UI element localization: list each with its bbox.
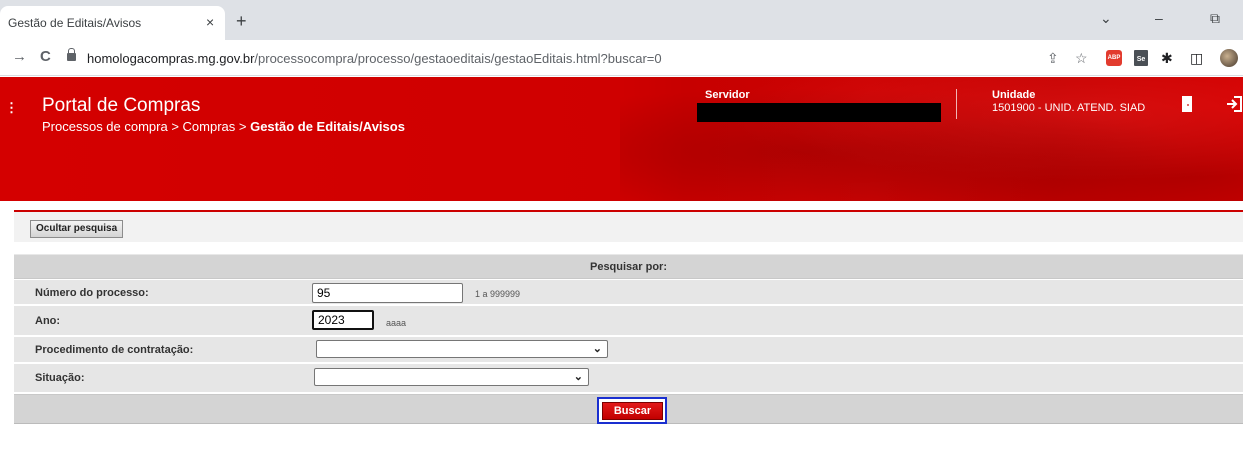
buscar-button[interactable]: Buscar <box>602 402 663 420</box>
reload-icon[interactable]: C <box>40 49 51 65</box>
row-procedimento: Procedimento de contratação: <box>14 337 1243 363</box>
selenium-extension-icon[interactable]: Se <box>1134 50 1148 66</box>
row-situacao: Situação: <box>14 364 1243 393</box>
chevron-down-icon: ⌄ <box>592 343 602 355</box>
procedimento-label: Procedimento de contratação: <box>35 344 194 356</box>
browser-tab-bar: Gestão de Editais/Avisos × + ⌄ – ⧉ <box>0 0 1243 40</box>
situacao-label: Situação: <box>35 372 85 384</box>
unidade-value: 1501900 - UNID. ATEND. SIAD <box>992 102 1146 114</box>
search-form-title: Pesquisar por: <box>589 261 668 273</box>
browser-toolbar: → C homologacompras.mg.gov.br/processoco… <box>0 40 1243 76</box>
servidor-value-redacted <box>697 103 941 122</box>
adblock-plus-icon[interactable]: ABP <box>1106 50 1122 66</box>
row-ano: Ano: <box>14 306 1243 336</box>
situacao-select[interactable]: ⌄ <box>314 368 589 386</box>
portal-title: Portal de Compras <box>42 95 201 116</box>
url-host: homologacompras.mg.gov.br <box>87 51 255 66</box>
menu-icon[interactable]: ⋮ <box>5 101 18 114</box>
site-header: ⋮ Portal de Compras Processos de compra … <box>0 77 1243 201</box>
search-form-header: Pesquisar por: <box>14 254 1243 279</box>
row-numero-processo: Número do processo: <box>14 280 1243 305</box>
tab-search-icon[interactable]: ⌄ <box>1100 10 1112 26</box>
ano-hint: aaaa <box>386 318 407 328</box>
new-tab-icon[interactable]: + <box>236 12 247 30</box>
tab-close-icon[interactable]: × <box>206 14 214 30</box>
profile-avatar[interactable] <box>1220 49 1238 67</box>
breadcrumb-path: Processos de compra > Compras > <box>42 119 251 134</box>
extensions-puzzle-icon[interactable]: ✱ <box>1161 50 1173 66</box>
header-divider <box>956 89 957 119</box>
ano-label: Ano: <box>35 315 61 327</box>
minimize-icon[interactable]: – <box>1155 10 1163 26</box>
browser-tab[interactable]: Gestão de Editais/Avisos × <box>0 6 225 40</box>
servidor-label: Servidor <box>705 89 750 101</box>
numero-processo-input[interactable] <box>312 283 463 303</box>
breadcrumb: Processos de compra > Compras > Gestão d… <box>42 119 405 134</box>
tab-title: Gestão de Editais/Avisos <box>8 16 142 30</box>
procedimento-select[interactable]: ⌄ <box>316 340 608 358</box>
unidade-label: Unidade <box>992 89 1036 101</box>
ano-input[interactable] <box>312 310 374 330</box>
change-unit-door-icon[interactable] <box>1180 95 1194 113</box>
forward-icon[interactable]: → <box>12 49 27 65</box>
address-bar[interactable]: homologacompras.mg.gov.br/processocompra… <box>87 51 662 66</box>
url-path: /processocompra/processo/gestaoeditais/g… <box>254 51 662 66</box>
share-icon[interactable]: ⇪ <box>1047 50 1059 66</box>
chevron-down-icon: ⌄ <box>573 371 583 383</box>
numero-processo-label: Número do processo: <box>35 287 149 299</box>
hide-search-button[interactable]: Ocultar pesquisa <box>30 220 124 238</box>
bookmark-star-icon[interactable]: ☆ <box>1075 50 1088 66</box>
breadcrumb-current: Gestão de Editais/Avisos <box>250 119 405 134</box>
numero-processo-hint: 1 a 999999 <box>475 289 521 299</box>
lock-icon[interactable] <box>67 48 76 61</box>
logout-icon[interactable] <box>1225 95 1243 113</box>
restore-icon[interactable]: ⧉ <box>1210 10 1220 26</box>
side-panel-icon[interactable]: ◫ <box>1190 50 1203 66</box>
search-toggle-bar <box>14 212 1243 242</box>
